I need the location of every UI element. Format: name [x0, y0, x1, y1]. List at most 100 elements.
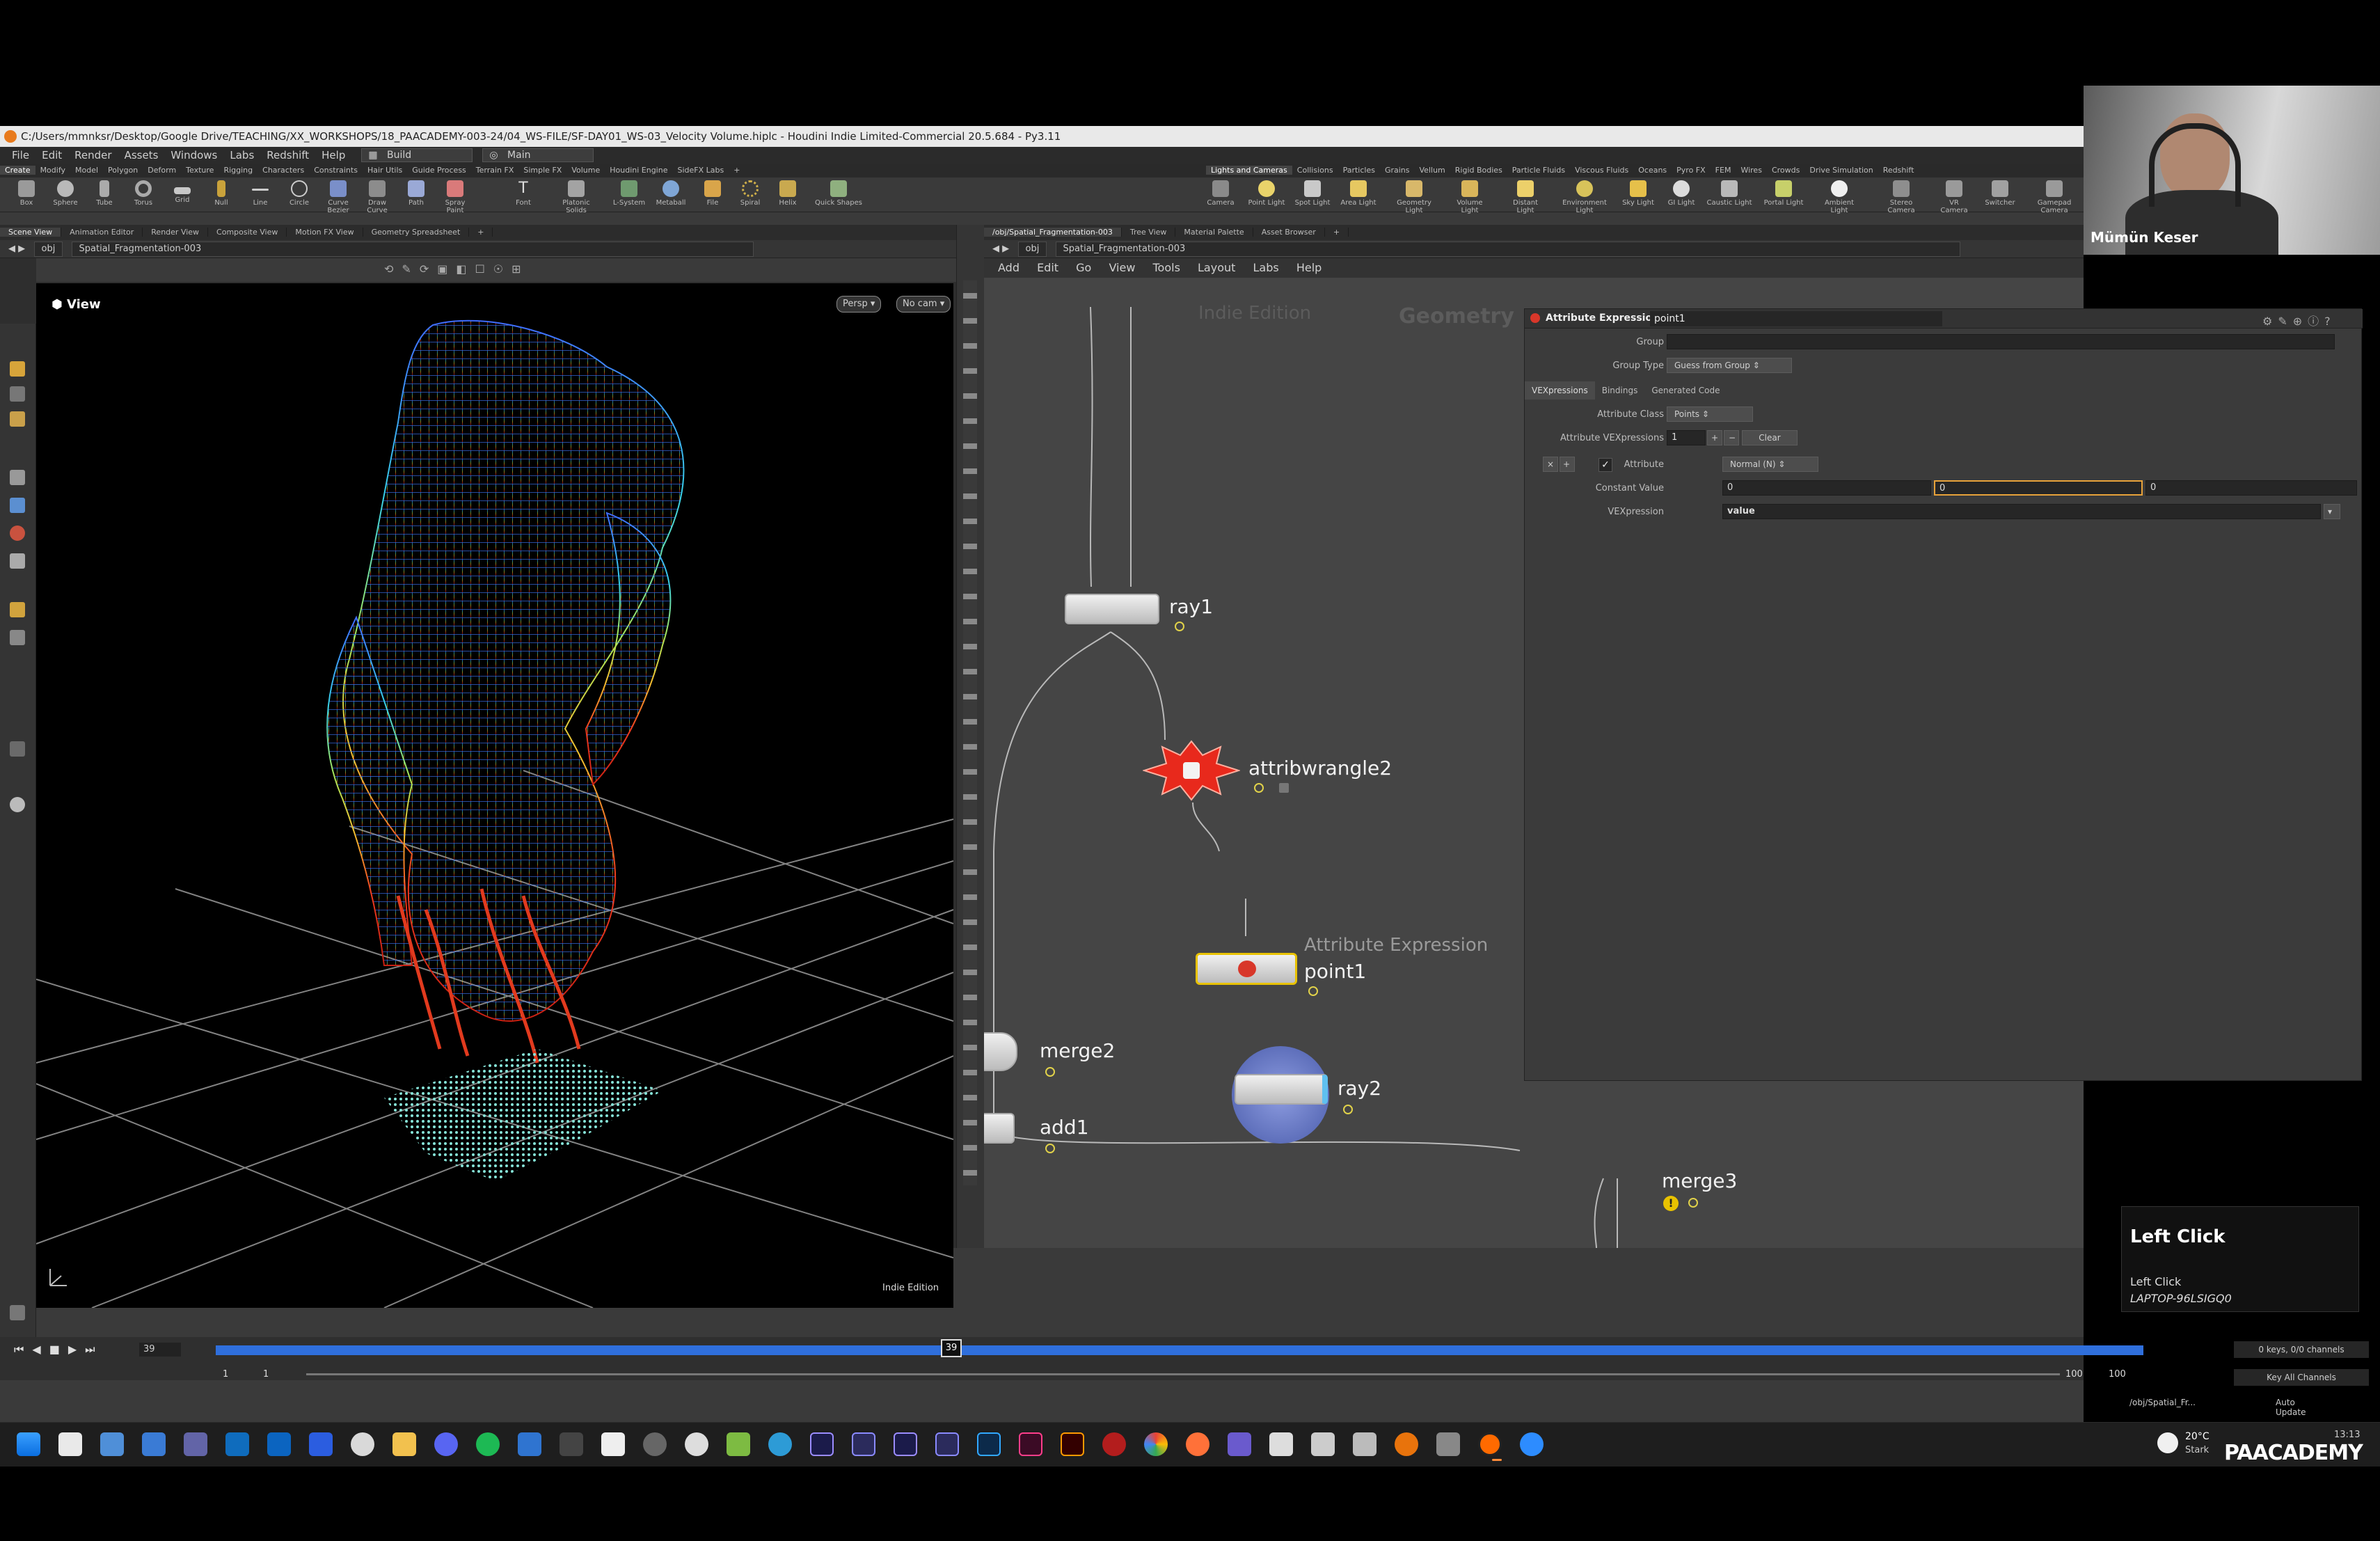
- tool-sky-light[interactable]: Sky Light: [1619, 180, 1658, 207]
- constant-value-y[interactable]: 0: [1934, 480, 2143, 496]
- mail-icon[interactable]: [267, 1432, 291, 1456]
- shelf-tab-particles[interactable]: Particles: [1338, 166, 1380, 175]
- browser-icon[interactable]: [768, 1432, 792, 1456]
- task-view-icon[interactable]: [58, 1432, 82, 1456]
- attribute-select[interactable]: Normal (N) ⇕: [1722, 457, 1818, 472]
- after-effects-2-icon[interactable]: [894, 1432, 917, 1456]
- tool-switcher[interactable]: Switcher: [1981, 180, 2020, 207]
- range-slider[interactable]: [306, 1373, 2060, 1375]
- tool-distant-light[interactable]: Distant Light: [1503, 180, 1548, 214]
- chrome-icon[interactable]: [1144, 1432, 1168, 1456]
- firefox-icon[interactable]: [1186, 1432, 1209, 1456]
- shelf-tab-modify[interactable]: Modify: [35, 166, 70, 175]
- add-shelf-icon[interactable]: +: [729, 166, 745, 175]
- camera-menu[interactable]: No cam ▾: [896, 296, 951, 313]
- premiere-2-icon[interactable]: [935, 1432, 959, 1456]
- code-editor-icon[interactable]: [309, 1432, 333, 1456]
- warning-icon[interactable]: !: [1663, 1196, 1679, 1211]
- grasshopper-icon[interactable]: [1269, 1432, 1293, 1456]
- range-start-field[interactable]: 1: [263, 1369, 269, 1380]
- param-node-name[interactable]: point1: [1650, 311, 1942, 326]
- path-node[interactable]: Spatial_Fragmentation-003: [71, 242, 754, 257]
- houdini-taskbar-icon[interactable]: [1478, 1432, 1502, 1456]
- timeline-bar[interactable]: [216, 1345, 2143, 1355]
- tool-torus[interactable]: Torus: [124, 180, 163, 207]
- range-end-field[interactable]: 100: [2065, 1369, 2083, 1380]
- shelf-tab-volume[interactable]: Volume: [566, 166, 605, 175]
- node-merge2[interactable]: [984, 1032, 1017, 1071]
- auto-update-button[interactable]: Auto Update: [2276, 1398, 2306, 1417]
- menu-labs[interactable]: Labs: [223, 147, 260, 164]
- tool-spiral[interactable]: Spiral: [731, 180, 770, 207]
- node-add1[interactable]: [984, 1113, 1015, 1144]
- teams-icon[interactable]: [184, 1432, 207, 1456]
- multiparm-insert-button[interactable]: +: [1560, 457, 1575, 472]
- tab-generated-code[interactable]: Generated Code: [1644, 381, 1727, 400]
- vexpression-presets-button[interactable]: ▾: [2324, 504, 2340, 519]
- tab-render-view[interactable]: Render View: [143, 228, 209, 237]
- add-vexpression-button[interactable]: +: [1707, 430, 1722, 445]
- shelf-tab-crowds[interactable]: Crowds: [1767, 166, 1804, 175]
- rhino-7-icon[interactable]: [1353, 1432, 1377, 1456]
- calendar-icon[interactable]: [142, 1432, 166, 1456]
- current-frame-field[interactable]: 39: [139, 1343, 181, 1357]
- pose-tool-icon[interactable]: [10, 470, 25, 485]
- node-point1[interactable]: [1196, 953, 1297, 985]
- key-all-channels-button[interactable]: Key All Channels: [2234, 1369, 2369, 1386]
- path-root[interactable]: obj: [33, 242, 63, 257]
- shelf-tab-texture[interactable]: Texture: [181, 166, 219, 175]
- tab-bindings[interactable]: Bindings: [1595, 381, 1645, 400]
- shelf-tab-create[interactable]: Create: [0, 166, 35, 175]
- menu-render[interactable]: Render: [68, 147, 118, 164]
- add-tab-icon[interactable]: +: [469, 228, 493, 237]
- 3d-viewport[interactable]: ⬢ View Persp ▾ No cam ▾ Indie Edition: [36, 283, 953, 1308]
- calculator-icon[interactable]: [1436, 1432, 1460, 1456]
- enable-checkbox[interactable]: ✓: [1598, 458, 1612, 472]
- tool-draw-curve[interactable]: Draw Curve: [358, 180, 397, 214]
- menu-file[interactable]: File: [6, 147, 35, 164]
- tool-tube[interactable]: Tube: [85, 180, 124, 207]
- menu-edit[interactable]: Edit: [35, 147, 68, 164]
- illustrator-icon[interactable]: [1061, 1432, 1084, 1456]
- shelf-tab-terrain-fx[interactable]: Terrain FX: [471, 166, 519, 175]
- shelf-tab-guide-process[interactable]: Guide Process: [407, 166, 471, 175]
- tool-point-light[interactable]: Point Light: [1247, 180, 1286, 207]
- tool-vr-camera[interactable]: VR Camera: [1935, 180, 1974, 214]
- shelf-tab-characters[interactable]: Characters: [257, 166, 309, 175]
- tool-platonic-solids[interactable]: Platonic Solids: [557, 180, 596, 214]
- tool-helix[interactable]: Helix: [768, 180, 807, 207]
- widgets-icon[interactable]: [100, 1432, 124, 1456]
- premiere-icon[interactable]: [852, 1432, 875, 1456]
- tool-portal-light[interactable]: Portal Light: [1761, 180, 1807, 207]
- move-tool-icon[interactable]: [10, 386, 25, 402]
- constant-value-z[interactable]: 0: [2145, 480, 2357, 496]
- tab-motion-fx-view[interactable]: Motion FX View: [287, 228, 363, 237]
- rhino-icon[interactable]: [727, 1432, 750, 1456]
- tool-caustic-light[interactable]: Caustic Light: [1706, 180, 1752, 207]
- tool-metaball[interactable]: Metaball: [651, 180, 690, 207]
- rhino-8-icon[interactable]: [1311, 1432, 1335, 1456]
- tool-spot-light[interactable]: Spot Light: [1293, 180, 1332, 207]
- param-header-icons[interactable]: ⚙✎⊕ⓘ?: [2262, 312, 2336, 329]
- tool-circle[interactable]: Circle: [280, 180, 319, 207]
- remove-vexpression-button[interactable]: −: [1724, 430, 1739, 445]
- zoom-icon[interactable]: [1520, 1432, 1544, 1456]
- tool-l-system[interactable]: L-System: [610, 180, 649, 207]
- after-effects-icon[interactable]: [810, 1432, 834, 1456]
- tool-area-light[interactable]: Area Light: [1339, 180, 1378, 207]
- tool-curve-bezier[interactable]: Curve Bezier: [319, 180, 358, 214]
- tool-camera[interactable]: Camera: [1201, 180, 1240, 207]
- back-arrow-icon[interactable]: ◀ ▶: [8, 244, 25, 254]
- persp-menu[interactable]: Persp ▾: [836, 296, 882, 313]
- tool-stereo-camera[interactable]: Stereo Camera: [1879, 180, 1923, 214]
- tool-spray-paint[interactable]: Spray Paint: [436, 180, 475, 214]
- tool-grid[interactable]: Grid: [163, 180, 202, 204]
- shelf-tab-houdini-engine[interactable]: Houdini Engine: [605, 166, 672, 175]
- indesign-icon[interactable]: [1019, 1432, 1042, 1456]
- tab-composite-view[interactable]: Composite View: [208, 228, 287, 237]
- tool-path[interactable]: Path: [397, 180, 436, 207]
- viewport-tool-icons[interactable]: ⟲✎⟳▣◧☐☉⊞: [384, 262, 530, 276]
- github-icon[interactable]: [685, 1432, 708, 1456]
- camera-tool-icon[interactable]: [10, 797, 25, 812]
- clear-button[interactable]: Clear: [1742, 430, 1798, 445]
